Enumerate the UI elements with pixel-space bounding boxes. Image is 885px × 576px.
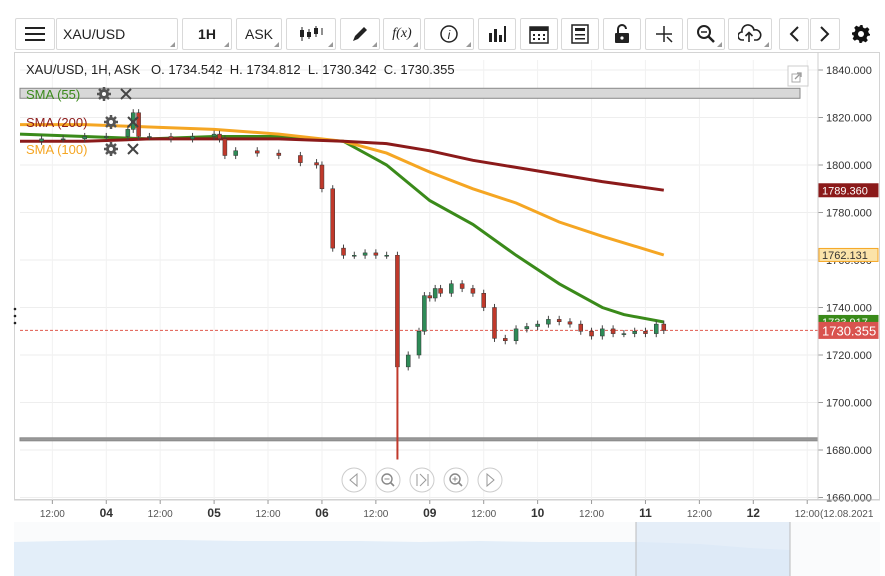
candle-body [82, 136, 87, 140]
candle-body [661, 323, 667, 331]
zoom-in-icon[interactable] [443, 467, 469, 493]
price-tag-label: 1730.355 [822, 323, 876, 338]
candle-body [330, 188, 335, 249]
candle-body [503, 338, 508, 341]
candle-body [373, 252, 379, 256]
candle-body [190, 136, 195, 140]
candle-body [643, 331, 648, 334]
gear-icon[interactable] [97, 87, 111, 101]
y-tick-label: 1780.000 [826, 208, 872, 220]
y-tick-label: 1740.000 [826, 303, 872, 315]
candle-body [610, 328, 616, 334]
candle-body [405, 354, 411, 368]
close-icon[interactable] [127, 116, 139, 128]
candle-body [524, 326, 530, 330]
candle-body [211, 133, 217, 137]
reset-zoom-icon[interactable] [409, 467, 435, 493]
candle-body [600, 328, 605, 337]
y-tick-label: 1700.000 [826, 398, 872, 410]
candle-body [432, 288, 438, 299]
fullscreen-icon[interactable] [787, 65, 809, 87]
candle-body [589, 331, 594, 337]
candle-body [362, 252, 368, 256]
indicator-label: SMA (100) [26, 142, 88, 157]
indicator-sma200[interactable]: SMA (200) [26, 115, 87, 131]
gear-icon[interactable] [104, 142, 118, 156]
price-tag-label: 1789.360 [822, 185, 868, 197]
scroll-left-icon[interactable] [341, 467, 367, 493]
candle-body [319, 164, 325, 189]
indicator-sma55[interactable]: SMA (55) [26, 87, 80, 103]
candle-body [39, 138, 44, 142]
candle-body [60, 138, 66, 141]
navigator[interactable] [0, 500, 885, 576]
gear-icon[interactable] [104, 115, 118, 129]
candle-body [459, 283, 465, 289]
indicator-label: SMA (55) [26, 87, 81, 102]
candles [39, 109, 667, 460]
candle-body [276, 152, 282, 156]
candle-body [217, 133, 222, 140]
candle-body [546, 319, 551, 325]
candle-body [621, 333, 627, 335]
indicator-controls [97, 87, 139, 156]
candle-body [314, 162, 319, 166]
candle-body [222, 138, 228, 156]
candle-body [632, 331, 637, 334]
candle-body [556, 319, 562, 322]
y-axis: 1840.0001820.0001800.0001780.0001760.000… [817, 52, 872, 505]
y-tick-label: 1720.000 [826, 350, 872, 362]
horizontal-level-line[interactable] [19, 437, 819, 442]
close-icon[interactable] [127, 143, 139, 155]
candle-body [341, 247, 346, 256]
candle-body [438, 288, 443, 294]
scroll-right-icon[interactable] [477, 467, 503, 493]
candle-body [449, 283, 454, 294]
series-line [19, 132, 665, 324]
y-tick-label: 1840.000 [826, 65, 872, 77]
candle-body [578, 323, 584, 332]
indicator-sma100[interactable]: SMA (100) [26, 142, 87, 158]
candle-body [352, 255, 357, 257]
y-tick-label: 1680.000 [826, 445, 872, 457]
price-tag-label: 1762.131 [822, 250, 868, 262]
indicator-label: SMA (200) [26, 115, 88, 130]
y-tick-label: 1820.000 [826, 113, 872, 125]
navigator-window[interactable] [636, 522, 790, 576]
candle-body [470, 288, 476, 294]
candle-body [653, 323, 659, 334]
candle-body [254, 150, 260, 154]
candle-body [384, 255, 389, 257]
zoom-out-icon[interactable] [375, 467, 401, 493]
candle-body [492, 307, 497, 339]
chart-header: XAU/USD, 1H, ASK O. 1734.542 H. 1734.812… [26, 62, 455, 77]
candle-body [416, 331, 422, 356]
candle-body [422, 295, 427, 332]
candle-body [233, 150, 238, 156]
close-icon[interactable] [120, 88, 132, 100]
candle-body [535, 323, 540, 327]
chart-navigation [341, 467, 503, 493]
candle-body [481, 293, 486, 308]
candle-body [298, 155, 303, 163]
candle-body [427, 295, 433, 299]
candle-body [567, 321, 573, 325]
y-tick-label: 1800.000 [826, 160, 872, 172]
candle-body [168, 136, 174, 140]
candle-body [513, 328, 519, 341]
candle-body [147, 136, 152, 138]
